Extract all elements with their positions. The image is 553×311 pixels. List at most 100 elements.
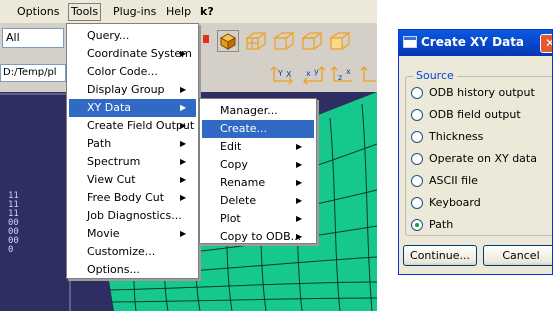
cancel-button[interactable]: Cancel (483, 245, 552, 266)
axis-toolbar: Y X x y z x (270, 62, 377, 88)
viewport-side-digits: 1111110000000 (8, 191, 19, 255)
submenu-arrow-icon: ▶ (296, 142, 303, 151)
radio-unchecked-icon[interactable] (411, 87, 423, 99)
menu-item-label: View Cut (87, 173, 136, 186)
view-toolbar (200, 28, 377, 54)
menu-item-label: Customize... (87, 245, 156, 258)
svg-text:y: y (314, 67, 319, 76)
display-group-combo[interactable]: All (2, 28, 64, 48)
radio-unchecked-icon[interactable] (411, 153, 423, 165)
source-group-label: Source (413, 69, 457, 82)
menu-item-label: Rename (220, 176, 266, 189)
tools-menu: Query... Coordinate System ▶ Color Code... D… (66, 23, 199, 279)
tools-menu-item-options[interactable]: Options... (69, 261, 196, 279)
menu-options[interactable]: Options (17, 4, 59, 20)
menu-item-label: Spectrum (87, 155, 141, 168)
submenu-arrow-icon: ▶ (296, 232, 303, 241)
submenu-arrow-icon: ▶ (180, 229, 187, 238)
submenu-arrow-icon: ▶ (296, 214, 303, 223)
menu-item-label: Delete (220, 194, 257, 207)
menu-tools[interactable]: Tools (68, 3, 102, 21)
submenu-arrow-icon: ▶ (180, 49, 187, 58)
tools-menu-item-coordinate-system[interactable]: Coordinate System ▶ (69, 45, 196, 63)
axis-yx-icon[interactable]: x y (300, 64, 328, 86)
hidden-line-cube-icon[interactable] (272, 30, 296, 52)
xy-menu-item-delete[interactable]: Delete ▶ (202, 192, 314, 210)
dialog-titlebar[interactable]: Create XY Data ✕ (399, 30, 552, 56)
menu-item-label: Display Group (87, 83, 165, 96)
menu-item-label: Edit (220, 140, 242, 153)
source-option-label: ASCII file (429, 174, 478, 187)
menu-item-label: Plot (220, 212, 241, 225)
tools-menu-item-view-cut[interactable]: View Cut ▶ (69, 171, 196, 189)
source-option-label: Operate on XY data (429, 152, 537, 165)
radio-unchecked-icon[interactable] (411, 109, 423, 121)
axis-xy-icon[interactable]: Y X (270, 64, 298, 86)
xy-menu-item-copy[interactable]: Copy ▶ (202, 156, 314, 174)
tools-menu-item-display-group[interactable]: Display Group ▶ (69, 81, 196, 99)
menu-item-label: Free Body Cut (87, 191, 165, 204)
tools-menu-item-spectrum[interactable]: Spectrum ▶ (69, 153, 196, 171)
xy-menu-item-rename[interactable]: Rename ▶ (202, 174, 314, 192)
window-icon (403, 36, 417, 48)
working-directory-field[interactable]: D:/Temp/pl (0, 64, 66, 82)
tools-menu-item-create-field-output[interactable]: Create Field Output ▶ (69, 117, 196, 135)
tools-menu-item-query[interactable]: Query... (69, 27, 196, 45)
source-option-label: Thickness (429, 130, 484, 143)
tools-menu-item-path[interactable]: Path ▶ (69, 135, 196, 153)
radio-checked-icon[interactable] (411, 219, 423, 231)
menu-item-label: Job Diagnostics... (87, 209, 182, 222)
axis-partial-icon[interactable] (360, 64, 377, 86)
svg-text:z: z (338, 73, 342, 82)
abaqus-main-window: Options Tools Plug-ins Help k? All D:/Te… (0, 0, 377, 311)
menu-plug-ins[interactable]: Plug-ins (113, 4, 156, 20)
xy-menu-item-copy-to-odb[interactable]: Copy to ODB... ▶ (202, 228, 314, 246)
dialog-title: Create XY Data (421, 35, 525, 49)
radio-unchecked-icon[interactable] (411, 197, 423, 209)
menu-item-label: Query... (87, 29, 130, 42)
submenu-arrow-icon: ▶ (180, 193, 187, 202)
submenu-arrow-icon: ▶ (180, 103, 187, 112)
menu-item-label: Color Code... (87, 65, 158, 78)
tools-menu-item-free-body-cut[interactable]: Free Body Cut ▶ (69, 189, 196, 207)
filled-cube-icon[interactable] (300, 30, 324, 52)
xy-data-submenu: Manager... Create... Edit ▶ Copy ▶ Rename ▶ Dele… (199, 98, 317, 244)
close-button[interactable]: ✕ (540, 34, 552, 53)
svg-text:X: X (286, 70, 292, 79)
xy-menu-item-manager[interactable]: Manager... (202, 102, 314, 120)
svg-text:x: x (346, 67, 351, 76)
menu-item-label: Create... (220, 122, 268, 135)
source-option-label: Path (429, 218, 454, 231)
menu-item-label: Options... (87, 263, 140, 276)
context-help-button[interactable]: k? (200, 4, 214, 20)
source-option-label: ODB history output (429, 86, 535, 99)
create-xy-data-dialog: Create XY Data ✕ Source ODB history outp… (398, 29, 553, 275)
svg-text:x: x (306, 69, 311, 78)
axis-zx-icon[interactable]: z x (330, 64, 358, 86)
menu-bar: Options Tools Plug-ins Help k? (0, 0, 377, 23)
submenu-arrow-icon: ▶ (180, 121, 187, 130)
menu-item-label: Create Field Output (87, 119, 195, 132)
xy-menu-item-edit[interactable]: Edit ▶ (202, 138, 314, 156)
tools-menu-item-color-code[interactable]: Color Code... (69, 63, 196, 81)
menu-item-label: Manager... (220, 104, 278, 117)
menu-item-label: Copy (220, 158, 248, 171)
wireframe-cube-icon[interactable] (244, 30, 268, 52)
shaded-edges-cube-icon[interactable] (328, 30, 352, 52)
tools-menu-item-customize[interactable]: Customize... (69, 243, 196, 261)
tools-menu-item-movie[interactable]: Movie ▶ (69, 225, 196, 243)
menu-item-label: Coordinate System (87, 47, 192, 60)
submenu-arrow-icon: ▶ (296, 196, 303, 205)
xy-menu-item-plot[interactable]: Plot ▶ (202, 210, 314, 228)
xy-menu-item-create[interactable]: Create... (202, 120, 314, 138)
menu-help[interactable]: Help (166, 4, 191, 20)
shaded-cube-icon[interactable] (217, 30, 239, 52)
tools-menu-item-xy-data[interactable]: XY Data ▶ (69, 99, 196, 117)
probe-icon[interactable] (200, 30, 214, 50)
menu-item-label: Path (87, 137, 112, 150)
submenu-arrow-icon: ▶ (180, 139, 187, 148)
tools-menu-item-job-diagnostics[interactable]: Job Diagnostics... (69, 207, 196, 225)
radio-unchecked-icon[interactable] (411, 175, 423, 187)
continue-button[interactable]: Continue... (403, 245, 477, 266)
radio-unchecked-icon[interactable] (411, 131, 423, 143)
